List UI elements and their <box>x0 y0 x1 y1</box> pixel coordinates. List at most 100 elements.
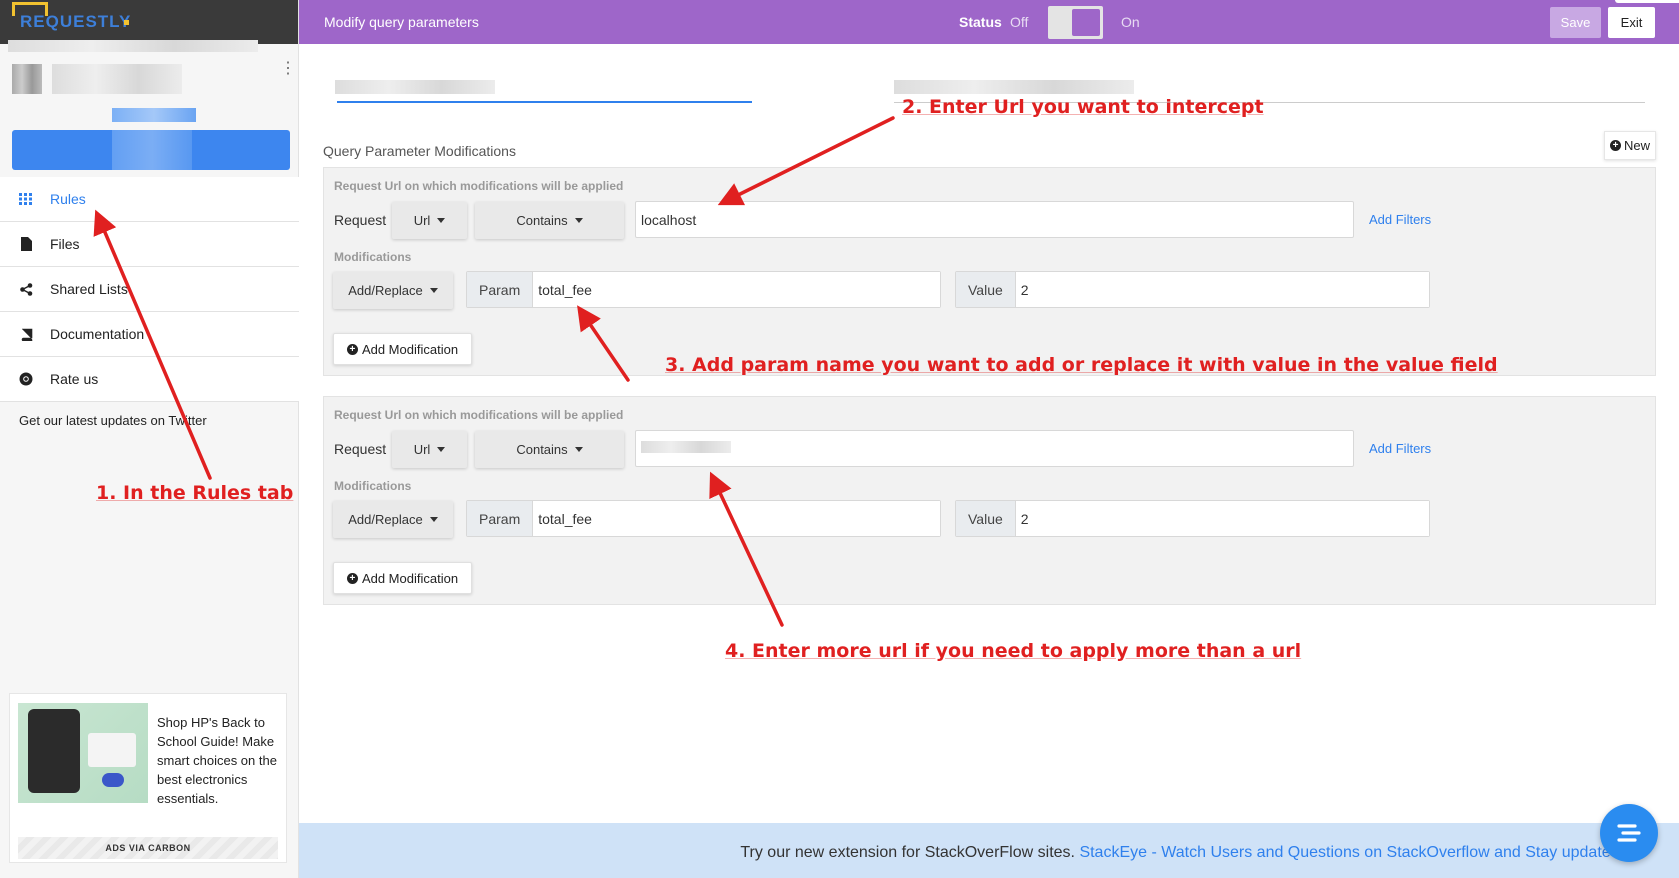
modifications-label: Modifications <box>334 250 412 264</box>
caret-down-icon <box>437 447 446 452</box>
status-toggle[interactable] <box>1048 6 1103 39</box>
url-input[interactable] <box>635 430 1354 467</box>
source-key-dropdown[interactable]: Url <box>392 431 467 468</box>
source-key-value: Url <box>413 442 431 457</box>
file-icon <box>18 236 34 252</box>
sidebar-item-label: Documentation <box>50 326 145 342</box>
block-hint: Request Url on which modifications will … <box>334 408 624 422</box>
off-label: Off <box>1010 14 1029 30</box>
operator-dropdown[interactable]: Contains <box>475 202 624 239</box>
plus-circle-icon: + <box>346 572 358 584</box>
blurred-url-value <box>641 441 731 453</box>
rule-name-input[interactable] <box>335 80 495 94</box>
block-hint: Request Url on which modifications will … <box>334 179 624 193</box>
modification-type-dropdown[interactable]: Add/Replace <box>333 501 453 538</box>
grid-icon <box>18 191 34 207</box>
new-button-label: New <box>1623 138 1650 153</box>
source-key-value: Url <box>413 213 431 228</box>
toggle-knob[interactable] <box>1072 9 1100 36</box>
request-label: Request <box>334 441 387 457</box>
caret-down-icon <box>437 218 446 223</box>
topbar: Modify query parameters Status Off On Sa… <box>299 0 1679 44</box>
blurred-profile-email <box>52 64 182 94</box>
top-right-popover-edge <box>1615 0 1679 3</box>
rule-pair-2: Request Url on which modifications will … <box>323 396 1656 605</box>
value-input[interactable] <box>1015 272 1429 307</box>
value-field: Value <box>955 271 1430 308</box>
rule-description-input[interactable] <box>894 80 1134 94</box>
logo-dot-icon <box>124 20 129 25</box>
laptop-image <box>88 733 136 767</box>
ad-text[interactable]: Shop HP's Back to School Guide! Make sma… <box>157 713 277 808</box>
blurred-primary-button[interactable] <box>12 130 290 170</box>
save-button[interactable]: Save <box>1550 7 1601 38</box>
plus-circle-icon: + <box>346 343 358 355</box>
rule-pair-1: Request Url on which modifications will … <box>323 167 1656 376</box>
plus-circle-icon: + <box>1609 140 1621 151</box>
exit-button[interactable]: Exit <box>1608 7 1655 38</box>
sidebar-nav: Rules Files Shared Lists Documentation R… <box>0 177 299 402</box>
backpack-image <box>28 709 80 793</box>
param-field: Param <box>466 500 941 537</box>
kebab-menu-icon[interactable]: ⋮ <box>280 61 296 77</box>
sidebar-item-rate-us[interactable]: Rate us <box>0 357 299 402</box>
stackeye-link[interactable]: StackEye - Watch Users and Questions on … <box>1079 844 1624 861</box>
add-filters-link[interactable]: Add Filters <box>1369 212 1431 227</box>
param-field: Param <box>466 271 941 308</box>
value-label: Value <box>956 272 1016 307</box>
modification-type-dropdown[interactable]: Add/Replace <box>333 272 453 309</box>
add-modification-button[interactable]: + Add Modification <box>333 333 472 365</box>
footer-text: Try our new extension for StackOverFlow … <box>299 844 1624 862</box>
value-input[interactable] <box>1015 501 1429 536</box>
modification-type-value: Add/Replace <box>348 512 423 527</box>
status-label: Status <box>959 14 1002 30</box>
chat-icon <box>1617 824 1641 842</box>
ad-image[interactable] <box>18 703 148 803</box>
url-input[interactable] <box>635 201 1354 238</box>
book-icon <box>18 326 34 342</box>
blurred-profile-name <box>8 40 258 52</box>
add-modification-button[interactable]: + Add Modification <box>333 562 472 594</box>
operator-value: Contains <box>516 213 568 228</box>
logo[interactable]: REQUESTLY <box>20 12 131 32</box>
share-icon <box>18 281 34 297</box>
param-input[interactable] <box>533 272 940 307</box>
carbon-ad[interactable]: Shop HP's Back to School Guide! Make sma… <box>9 693 287 863</box>
promo-footer: Try our new extension for StackOverFlow … <box>299 823 1679 878</box>
value-field: Value <box>955 500 1430 537</box>
caret-down-icon <box>574 218 583 223</box>
rule-name-underline <box>337 101 752 103</box>
sidebar-item-label: Rules <box>50 191 86 207</box>
sidebar-item-files[interactable]: Files <box>0 222 299 267</box>
page-title: Modify query parameters <box>324 14 479 30</box>
sidebar-item-label: Shared Lists <box>50 281 128 297</box>
twitter-link[interactable]: Get our latest updates on Twitter <box>19 413 207 428</box>
sidebar-item-documentation[interactable]: Documentation <box>0 312 299 357</box>
add-filters-link[interactable]: Add Filters <box>1369 441 1431 456</box>
sidebar-item-shared-lists[interactable]: Shared Lists <box>0 267 299 312</box>
sidebar-item-label: Rate us <box>50 371 99 387</box>
operator-dropdown[interactable]: Contains <box>475 431 624 468</box>
param-label: Param <box>467 272 534 307</box>
annotation-step-4: 4. Enter more url if you need to apply m… <box>725 640 1302 662</box>
add-modification-label: Add Modification <box>361 341 459 357</box>
modification-type-value: Add/Replace <box>348 283 423 298</box>
annotation-step-3: 3. Add param name you want to add or rep… <box>665 354 1498 376</box>
caret-down-icon <box>429 517 438 522</box>
caret-down-icon <box>574 447 583 452</box>
param-input[interactable] <box>533 501 940 536</box>
on-label: On <box>1121 14 1140 30</box>
operator-value: Contains <box>516 442 568 457</box>
sidebar-item-label: Files <box>50 236 80 252</box>
ad-footer[interactable]: ADS VIA CARBON <box>18 837 278 859</box>
chrome-icon <box>18 371 34 387</box>
annotation-step-1: 1. In the Rules tab <box>96 482 294 504</box>
caret-down-icon <box>429 288 438 293</box>
sidebar-item-rules[interactable]: Rules <box>0 177 299 222</box>
source-key-dropdown[interactable]: Url <box>392 202 467 239</box>
new-button[interactable]: + New <box>1604 131 1656 160</box>
blurred-button-text <box>112 130 192 170</box>
footer-message: Try our new extension for StackOverFlow … <box>740 844 1075 861</box>
add-modification-label: Add Modification <box>361 570 459 586</box>
sidebar: REQUESTLY ⋮ Rules Files Shared Lists Doc… <box>0 0 299 878</box>
